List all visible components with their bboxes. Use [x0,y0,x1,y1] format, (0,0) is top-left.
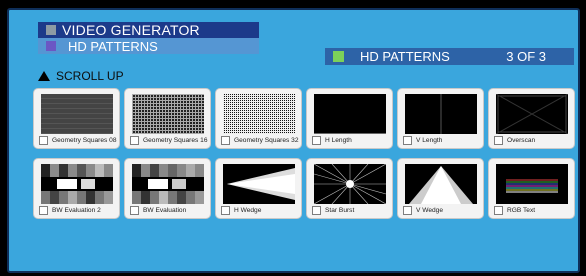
tile-label: Overscan [507,137,536,144]
tile-label: V Wedge [416,207,444,214]
checkbox[interactable] [494,136,503,145]
tile-v-length[interactable]: V Length [397,88,484,149]
pattern-thumbnail [405,94,477,134]
tile-label: Geometry Squares 16 [143,137,208,144]
tile-v-wedge[interactable]: V Wedge [397,158,484,219]
menu-item-label: HD PATTERNS [68,38,158,54]
scroll-up-button[interactable]: SCROLL UP [38,68,124,84]
tile-label: V Length [416,137,443,144]
tile-star-burst[interactable]: Star Burst [306,158,393,219]
pattern-thumbnail [132,94,204,134]
tile-bw-evaluation[interactable]: BW Evaluation [124,158,211,219]
checkbox[interactable] [39,206,48,215]
checkbox[interactable] [403,206,412,215]
title-bar: VIDEO GENERATOR [38,22,259,38]
green-square-icon [333,51,344,62]
tile-label: BW Evaluation [143,207,187,214]
checkbox[interactable] [130,136,139,145]
checkbox[interactable] [312,136,321,145]
checkbox[interactable] [312,206,321,215]
tile-label: BW Evaluation 2 [52,207,101,214]
tile-label: Geometry Squares 08 [52,137,117,144]
tile-geometry-squares-32[interactable]: Geometry Squares 32 [215,88,302,149]
checkbox[interactable] [494,206,503,215]
pattern-thumbnail [496,94,568,134]
pattern-thumbnail [132,164,204,204]
tile-h-wedge[interactable]: H Wedge [215,158,302,219]
tile-rgb-text[interactable]: RGB Text [488,158,575,219]
pattern-thumbnail [223,164,295,204]
tile-label: H Length [325,137,352,144]
checkbox[interactable] [39,136,48,145]
scroll-up-label: SCROLL UP [56,69,124,83]
screen: VIDEO GENERATOR HD PATTERNS HD PATTERNS … [0,0,586,276]
checkbox[interactable] [130,206,139,215]
tile-label: Star Burst [325,207,355,214]
app-title: VIDEO GENERATOR [62,22,200,38]
pattern-thumbnail [41,164,113,204]
tile-geometry-squares-16[interactable]: Geometry Squares 16 [124,88,211,149]
tile-geometry-squares-08[interactable]: Geometry Squares 08 [33,88,120,149]
pattern-thumbnail [405,164,477,204]
tile-overscan[interactable]: Overscan [488,88,575,149]
purple-square-icon [46,41,56,51]
tile-label: RGB Text [507,207,536,214]
pattern-thumbnail [496,164,568,204]
gray-square-icon [46,25,56,35]
menu-item-hd-patterns[interactable]: HD PATTERNS [38,38,259,54]
tile-bw-evaluation-2[interactable]: BW Evaluation 2 [33,158,120,219]
checkbox[interactable] [221,206,230,215]
section-title: HD PATTERNS [360,49,450,64]
section-bar: HD PATTERNS 3 OF 3 [325,48,574,65]
pattern-thumbnail [223,94,295,134]
page-counter: 3 OF 3 [506,49,546,64]
tile-h-length[interactable]: H Length [306,88,393,149]
pattern-thumbnail [41,94,113,134]
pattern-thumbnail [314,94,386,134]
pattern-thumbnail [314,164,386,204]
tile-label: H Wedge [234,207,262,214]
checkbox[interactable] [221,136,230,145]
triangle-up-icon [38,71,50,81]
checkbox[interactable] [403,136,412,145]
tile-label: Geometry Squares 32 [234,137,299,144]
